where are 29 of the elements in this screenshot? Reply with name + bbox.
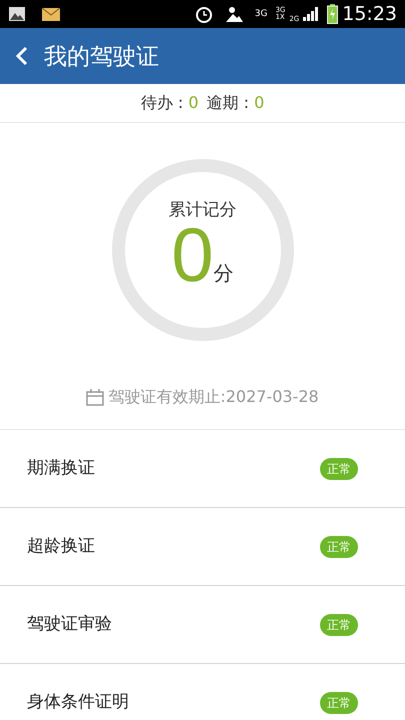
- calendar-icon: [86, 388, 104, 406]
- list-row[interactable]: 超龄换证 正常: [0, 508, 405, 586]
- summary-count: 0: [188, 92, 198, 114]
- summary-label: 待办 :: [140, 92, 184, 114]
- picture-icon: [8, 6, 26, 22]
- mail-icon: [42, 8, 60, 20]
- status-badge: 正常: [320, 614, 358, 636]
- list-row[interactable]: 身体条件证明 正常: [0, 664, 405, 720]
- score-unit: 分: [214, 260, 234, 287]
- list-row[interactable]: 驾驶证审验 正常: [0, 586, 405, 664]
- summary-count: 0: [254, 92, 264, 114]
- weather-icon: [224, 6, 243, 22]
- back-icon[interactable]: [16, 46, 28, 66]
- row-label: 超龄换证: [27, 534, 95, 558]
- summary-label: 逾期 :: [206, 92, 250, 114]
- signal-icon: [303, 7, 320, 21]
- row-label: 身体条件证明: [27, 690, 129, 714]
- status-time: 15:23: [342, 2, 397, 27]
- row-label: 期满换证: [27, 456, 95, 480]
- status-badge: 正常: [320, 536, 358, 558]
- status-badge: 正常: [320, 458, 358, 480]
- row-label: 驾驶证审验: [27, 612, 112, 636]
- alarm-icon: [194, 5, 213, 23]
- battery-icon: [327, 4, 338, 24]
- status-badge: 正常: [320, 692, 358, 714]
- list-row[interactable]: 期满换证 正常: [0, 430, 405, 508]
- validity-text: 驾驶证有效期止:2027-03-28: [108, 386, 319, 408]
- page-title: 我的驾驶证: [44, 42, 159, 71]
- network-label: 3G: [254, 10, 268, 18]
